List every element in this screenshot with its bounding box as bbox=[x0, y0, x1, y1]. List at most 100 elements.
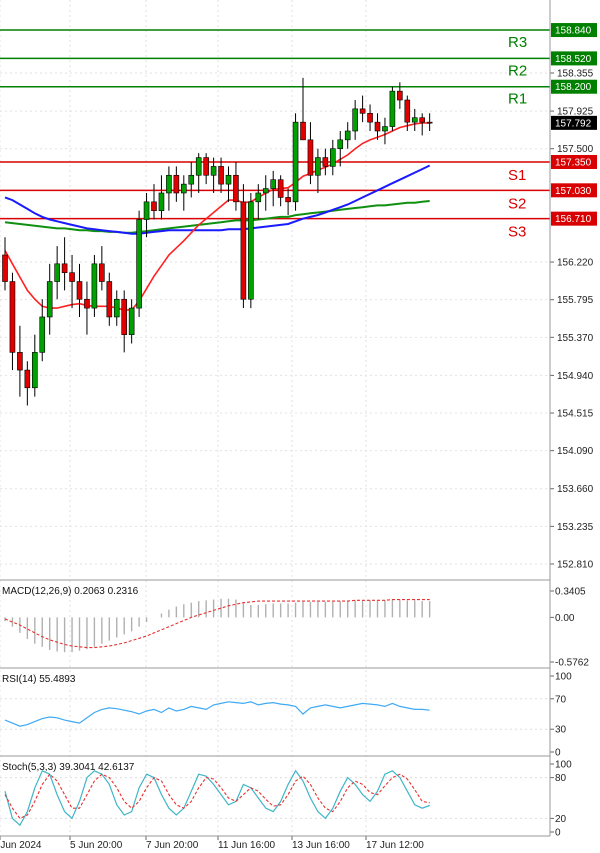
price-panel: 158.355157.925157.500156.220155.795155.3… bbox=[0, 0, 597, 836]
candle-body bbox=[106, 281, 113, 318]
candle-body bbox=[9, 281, 16, 353]
price-tick-label: 158.355 bbox=[557, 69, 594, 80]
candle-body bbox=[337, 139, 344, 150]
stoch-tick-label: 0 bbox=[555, 828, 561, 839]
candle-body bbox=[359, 108, 366, 114]
candle-body bbox=[113, 298, 120, 318]
candle-body bbox=[173, 174, 180, 194]
price-tick-label: 154.940 bbox=[557, 371, 594, 382]
support-price-text: 157.350 bbox=[555, 157, 592, 168]
candle-body bbox=[367, 112, 373, 123]
candle-body bbox=[188, 174, 195, 185]
time-tick-label: 13 Jun 16:00 bbox=[292, 840, 350, 851]
candle-body bbox=[121, 298, 127, 335]
price-tick-label: 152.810 bbox=[557, 560, 594, 571]
candle-body bbox=[233, 174, 239, 203]
price-tick-label: 155.795 bbox=[557, 295, 594, 306]
support-label-s3: S3 bbox=[508, 224, 526, 241]
candle-body bbox=[426, 121, 433, 124]
candle-body bbox=[136, 219, 142, 309]
candle-body bbox=[54, 263, 60, 282]
candle-body bbox=[285, 197, 291, 203]
candle-body bbox=[128, 307, 135, 335]
candle-body bbox=[292, 121, 299, 203]
time-tick-label: 17 Jun 12:00 bbox=[366, 840, 424, 851]
price-tick-label: 157.500 bbox=[557, 144, 594, 155]
stoch-tick-label: 80 bbox=[555, 773, 567, 784]
macd-title: MACD(12,26,9) 0.2063 0.2316 bbox=[2, 586, 139, 597]
candle-body bbox=[300, 121, 306, 141]
forex-chart: 158.355157.925157.500156.220155.795155.3… bbox=[0, 0, 597, 851]
candle-body bbox=[17, 352, 23, 371]
candle-body bbox=[255, 192, 262, 203]
candle-body bbox=[99, 263, 105, 282]
candle-body bbox=[181, 183, 187, 194]
candle-body bbox=[382, 126, 388, 132]
price-tick-label: 155.370 bbox=[557, 333, 594, 344]
time-axis: 4 Jun 2024 5 Jun 20:00 7 Jun 20:00 11 Jun 1… bbox=[0, 836, 424, 851]
candle-body bbox=[322, 157, 329, 167]
candle-body bbox=[158, 192, 165, 211]
candle-body bbox=[166, 174, 172, 194]
candle-body bbox=[397, 90, 403, 101]
support-label-s1: S1 bbox=[508, 167, 526, 184]
resistance-price-text: 158.520 bbox=[555, 54, 592, 65]
support-resistance-levels bbox=[0, 29, 550, 220]
price-axis: 158.355157.925157.500156.220155.795155.3… bbox=[550, 69, 594, 571]
candle-body bbox=[91, 263, 98, 309]
rsi-panel: RSI(14) 55.4893 100 70 30 0 bbox=[0, 672, 572, 759]
resistance-label-r1: R1 bbox=[508, 91, 527, 108]
resistance-label-r2: R2 bbox=[508, 62, 527, 79]
support-price-text: 156.710 bbox=[555, 214, 592, 225]
candle-body bbox=[39, 316, 46, 353]
price-tick-label: 153.660 bbox=[557, 484, 594, 495]
candle-body bbox=[143, 201, 150, 220]
candle-body bbox=[374, 121, 381, 132]
price-tick-label: 154.515 bbox=[557, 409, 594, 420]
candle-body bbox=[352, 108, 358, 132]
level-labels: R3 158.840 R2 158.520 R1 158.200 S1 157.350 S2 15… bbox=[508, 23, 597, 241]
rsi-tick-label: 30 bbox=[555, 725, 567, 736]
macd-tick-label: 0.00 bbox=[555, 613, 575, 624]
time-tick-label: 11 Jun 16:00 bbox=[218, 840, 276, 851]
support-price-text: 157.030 bbox=[555, 186, 592, 197]
stoch-tick-label: 20 bbox=[555, 814, 567, 825]
candle-body bbox=[218, 166, 224, 185]
resistance-price-text: 158.200 bbox=[555, 82, 592, 93]
candle-body bbox=[411, 117, 418, 123]
candle-body bbox=[210, 166, 217, 176]
time-tick-label: 4 Jun 2024 bbox=[0, 840, 42, 851]
candle-body bbox=[61, 263, 68, 273]
candle-body bbox=[2, 254, 8, 282]
stoch-panel: Stoch(5,3,3) 39.3041 42.6137 100 80 20 0 bbox=[0, 760, 572, 839]
resistance-price-text: 158.840 bbox=[555, 26, 592, 37]
price-grid bbox=[0, 0, 550, 836]
macd-tick-label: -0.5762 bbox=[555, 658, 589, 669]
support-label-s2: S2 bbox=[508, 195, 526, 212]
rsi-tick-label: 100 bbox=[555, 672, 572, 683]
candle-body bbox=[329, 148, 336, 167]
price-tick-label: 154.090 bbox=[557, 446, 594, 457]
resistance-label-r3: R3 bbox=[508, 34, 527, 51]
candle-body bbox=[270, 179, 277, 189]
rsi-title: RSI(14) 55.4893 bbox=[2, 674, 76, 685]
candle-body bbox=[24, 369, 31, 389]
candle-body bbox=[203, 157, 209, 176]
candle-body bbox=[195, 157, 202, 176]
candle-body bbox=[419, 117, 426, 123]
current-price-label: 157.792 bbox=[555, 118, 592, 129]
candle-body bbox=[69, 272, 75, 282]
price-tick-label: 153.235 bbox=[557, 522, 594, 533]
time-tick-label: 7 Jun 20:00 bbox=[146, 840, 199, 851]
rsi-tick-label: 0 bbox=[555, 748, 561, 759]
candlesticks bbox=[2, 77, 433, 406]
candle-body bbox=[84, 298, 90, 309]
rsi-tick-label: 70 bbox=[555, 694, 567, 705]
candle-body bbox=[389, 90, 396, 127]
candle-body bbox=[151, 201, 157, 211]
candle-body bbox=[248, 201, 254, 300]
stoch-tick-label: 100 bbox=[555, 760, 572, 771]
candle-body bbox=[277, 179, 284, 198]
candle-body bbox=[240, 201, 247, 300]
stoch-title: Stoch(5,3,3) 39.3041 42.6137 bbox=[2, 762, 135, 773]
